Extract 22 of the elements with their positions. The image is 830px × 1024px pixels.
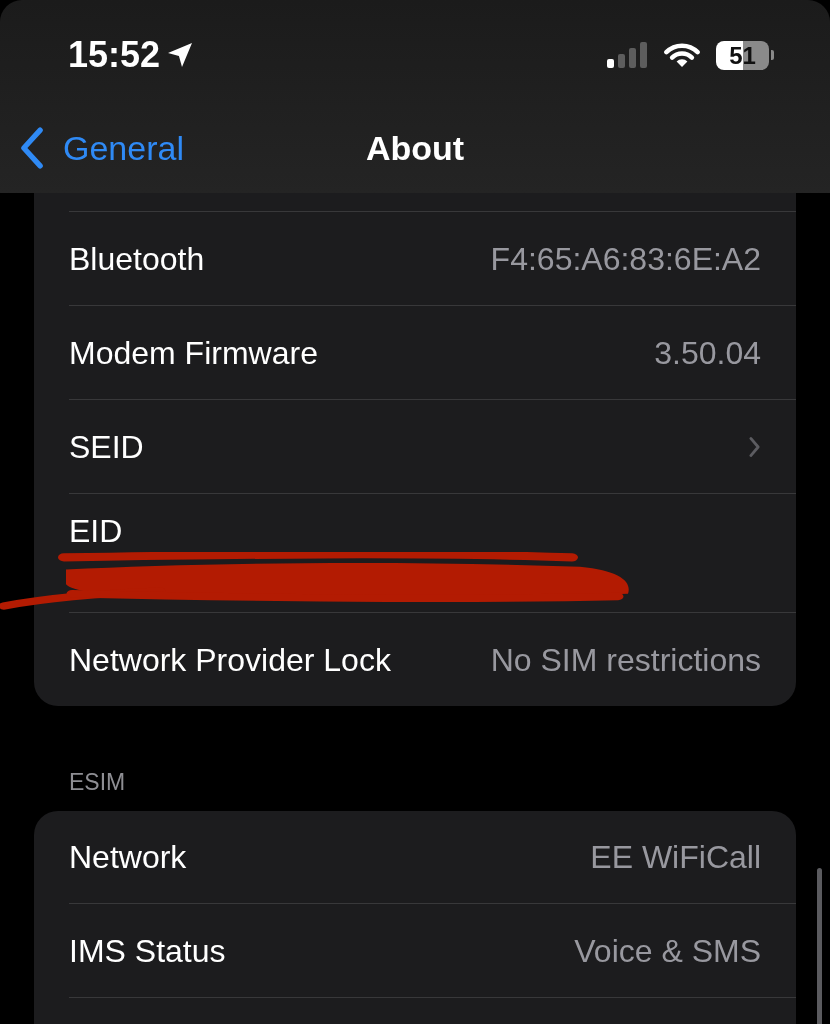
signal-bars-icon [607, 42, 648, 68]
row-label: Network [69, 838, 187, 876]
status-time: 15:52 [68, 35, 161, 75]
row-value: EE WiFiCall [590, 838, 761, 876]
row-label: Modem Firmware [69, 333, 318, 372]
row-label: Network Provider Lock [69, 640, 391, 679]
row-value: No SIM restrictions [490, 640, 761, 679]
row-label: IMS Status [69, 931, 226, 970]
row-label: EID [69, 512, 123, 550]
page-title: About [365, 127, 465, 168]
row-label: Bluetooth [69, 239, 205, 278]
back-button[interactable]: General [20, 126, 184, 169]
back-chevron-icon[interactable] [20, 126, 44, 169]
wifi-icon [664, 42, 700, 68]
row-value: F4:65:A6:83:6E:A2 [490, 239, 761, 278]
battery-indicator: 51 [716, 40, 774, 70]
row-label[interactable]: SEID [69, 427, 144, 466]
section-header: ESIM [69, 769, 126, 795]
chevron-icon[interactable] [748, 435, 761, 458]
row-value: Voice & SMS [574, 931, 761, 970]
row-value: 3.50.04 [654, 333, 761, 372]
location-arrow-icon [168, 43, 193, 67]
